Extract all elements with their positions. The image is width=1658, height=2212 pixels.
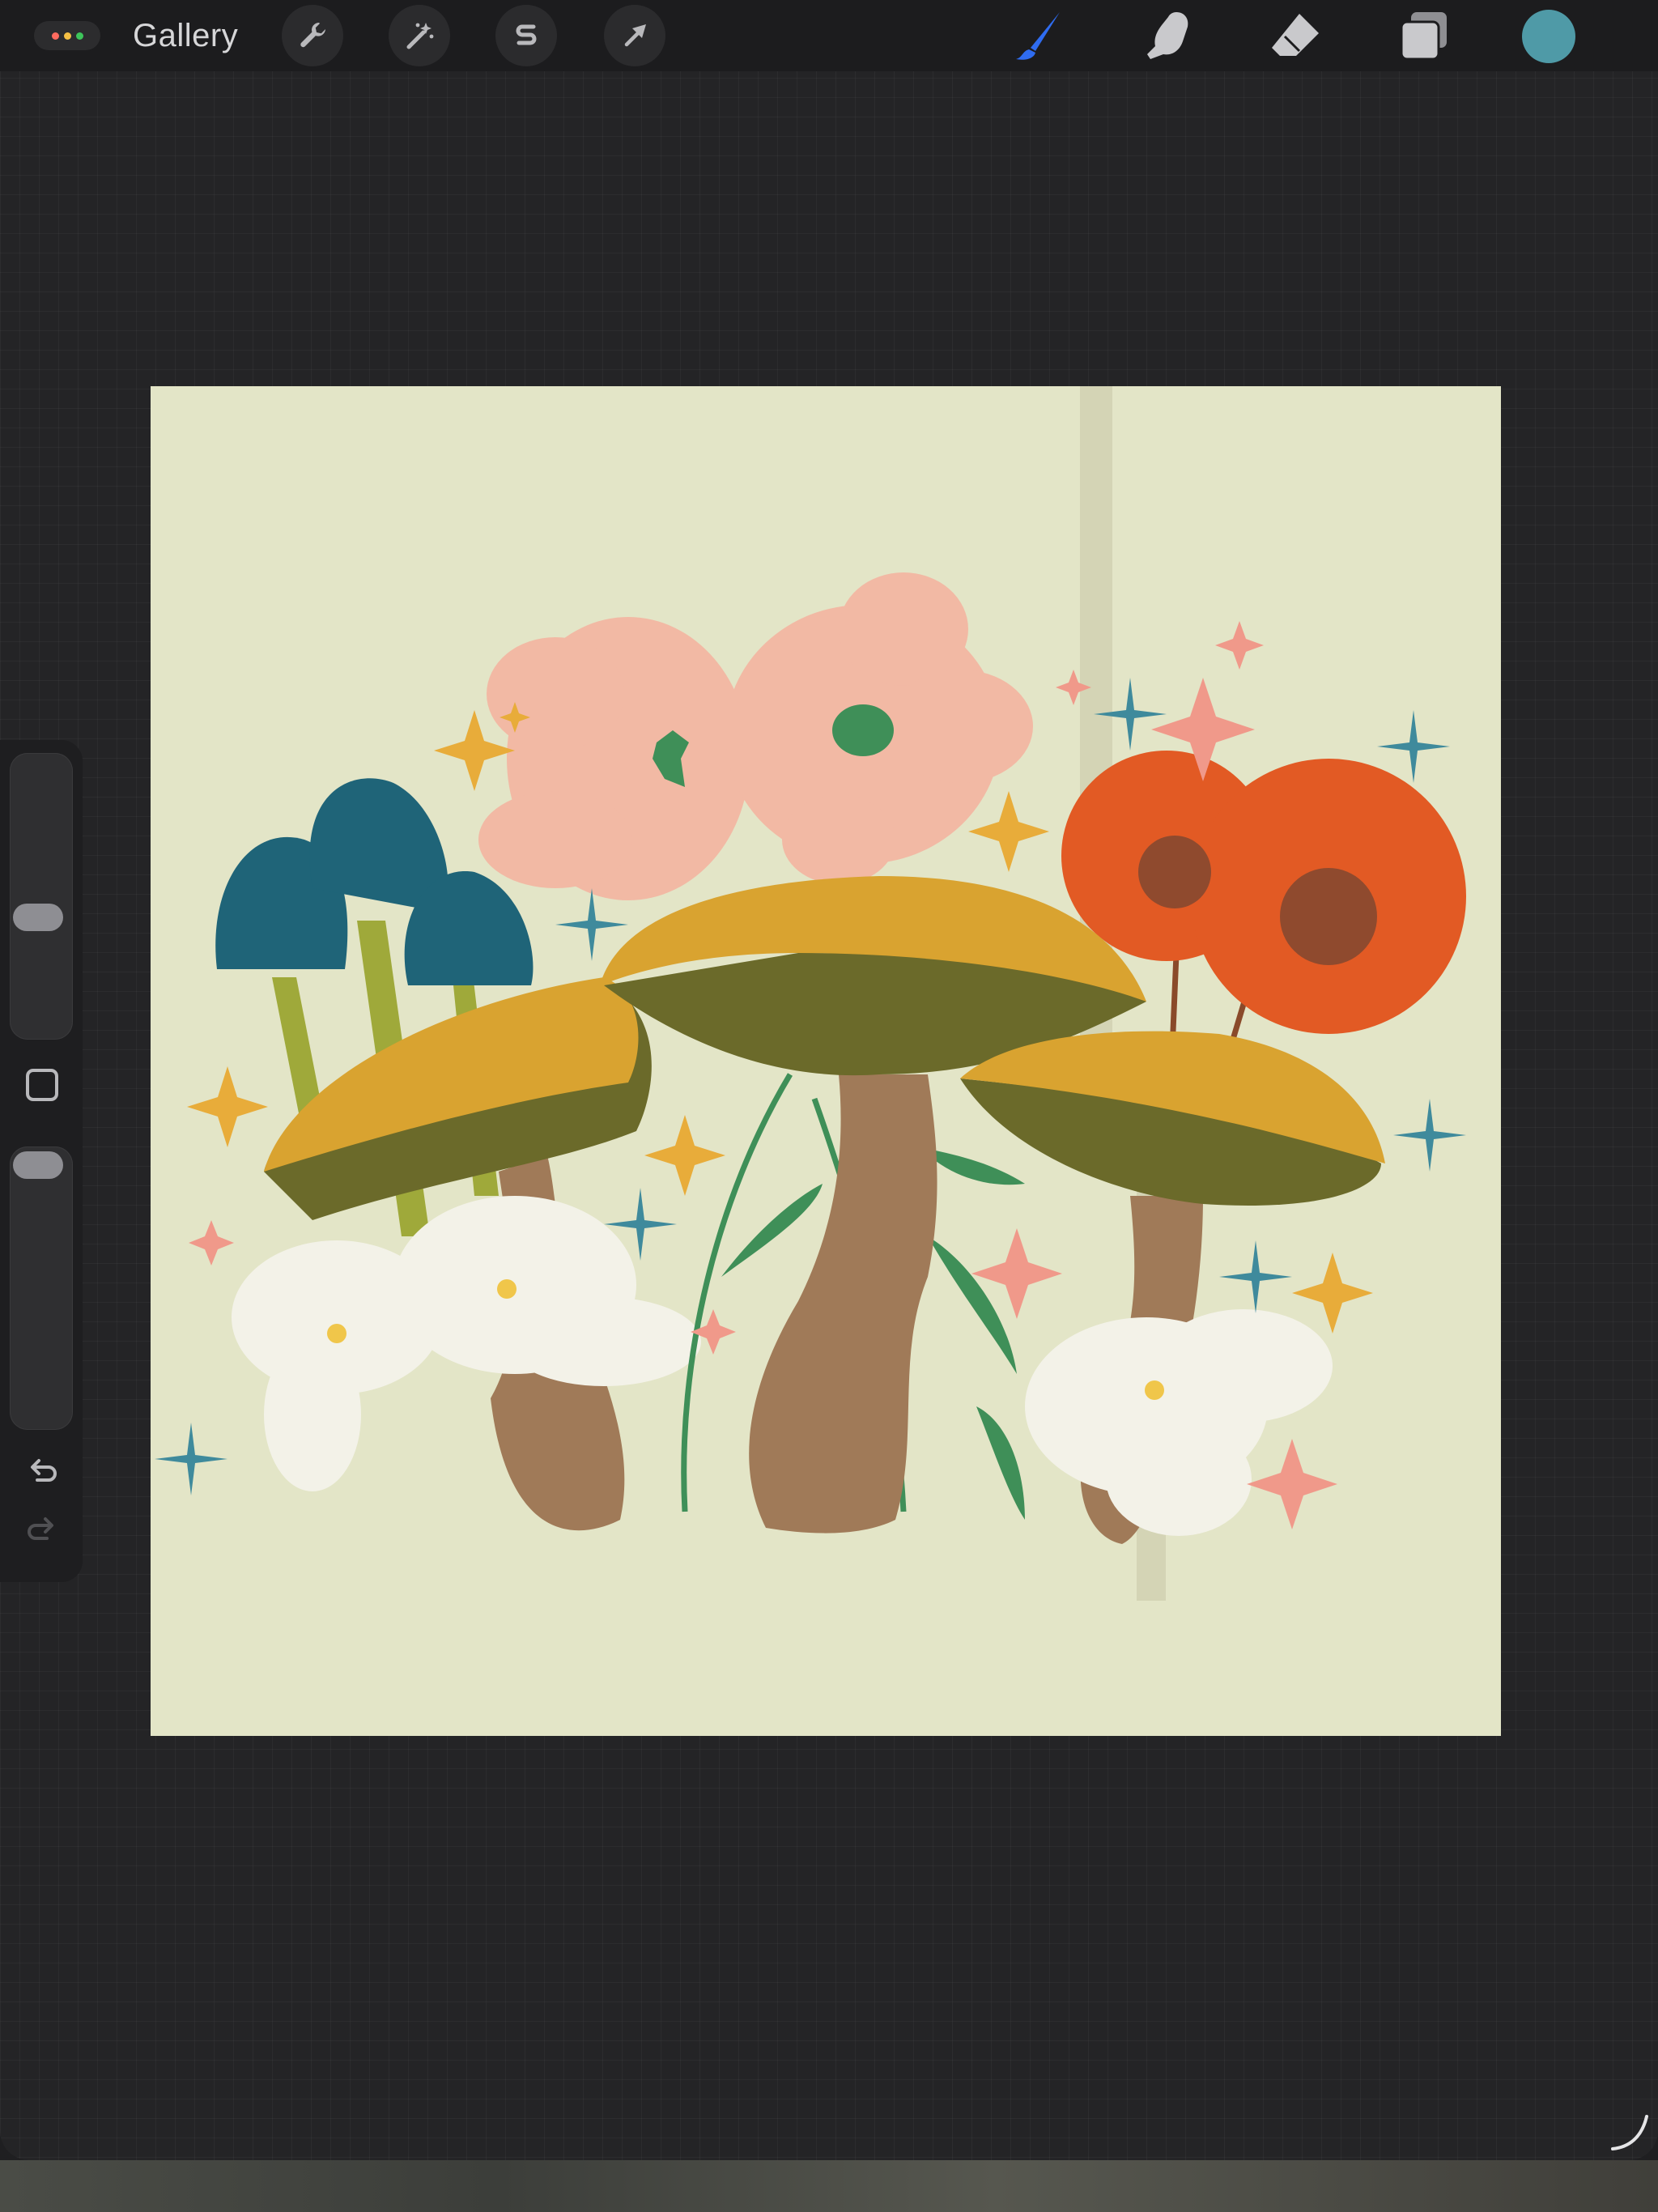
left-sidebar: [0, 740, 83, 1582]
adjustments-button[interactable]: [389, 5, 450, 66]
brush-tool-button[interactable]: [1009, 5, 1070, 66]
arrow-cursor-icon: [624, 24, 646, 47]
background-photo-strip: [0, 2160, 1658, 2212]
top-toolbar: Gallery: [0, 0, 1658, 71]
color-picker-button[interactable]: [1522, 10, 1575, 63]
menu-dot-yellow: [63, 32, 71, 40]
smudge-tool-button[interactable]: [1137, 5, 1198, 66]
corner-gesture-icon: [1611, 2115, 1648, 2150]
selection-button[interactable]: [495, 5, 557, 66]
drawing-canvas[interactable]: [151, 386, 1501, 1736]
brush-size-thumb[interactable]: [13, 904, 63, 931]
magic-wand-icon: [406, 23, 434, 49]
brush-opacity-thumb[interactable]: [13, 1151, 63, 1179]
undo-icon: [31, 1459, 57, 1482]
actions-button[interactable]: [282, 5, 343, 66]
wrench-icon: [300, 23, 325, 48]
pink-flowers: [478, 572, 1033, 906]
more-menu-button[interactable]: [34, 21, 100, 50]
artwork-illustration: [155, 386, 1466, 1601]
redo-icon: [28, 1517, 53, 1540]
eraser-tool-button[interactable]: [1265, 5, 1326, 66]
paintbrush-icon: [1016, 12, 1060, 60]
layers-icon: [1400, 12, 1447, 61]
menu-dot-red: [51, 32, 59, 40]
smudge-finger-icon: [1147, 12, 1188, 59]
layers-button[interactable]: [1392, 5, 1454, 66]
undo-button[interactable]: [19, 1449, 65, 1495]
menu-dot-green: [75, 32, 83, 40]
gallery-button[interactable]: Gallery: [133, 15, 238, 57]
brush-size-slider[interactable]: [10, 753, 73, 1040]
white-flowers-left: [232, 1196, 701, 1491]
brush-opacity-slider[interactable]: [10, 1146, 73, 1430]
selection-s-icon: [516, 24, 537, 45]
redo-button[interactable]: [19, 1508, 65, 1553]
eraser-icon: [1272, 14, 1319, 56]
modify-button[interactable]: [26, 1069, 58, 1101]
transform-button[interactable]: [604, 5, 665, 66]
